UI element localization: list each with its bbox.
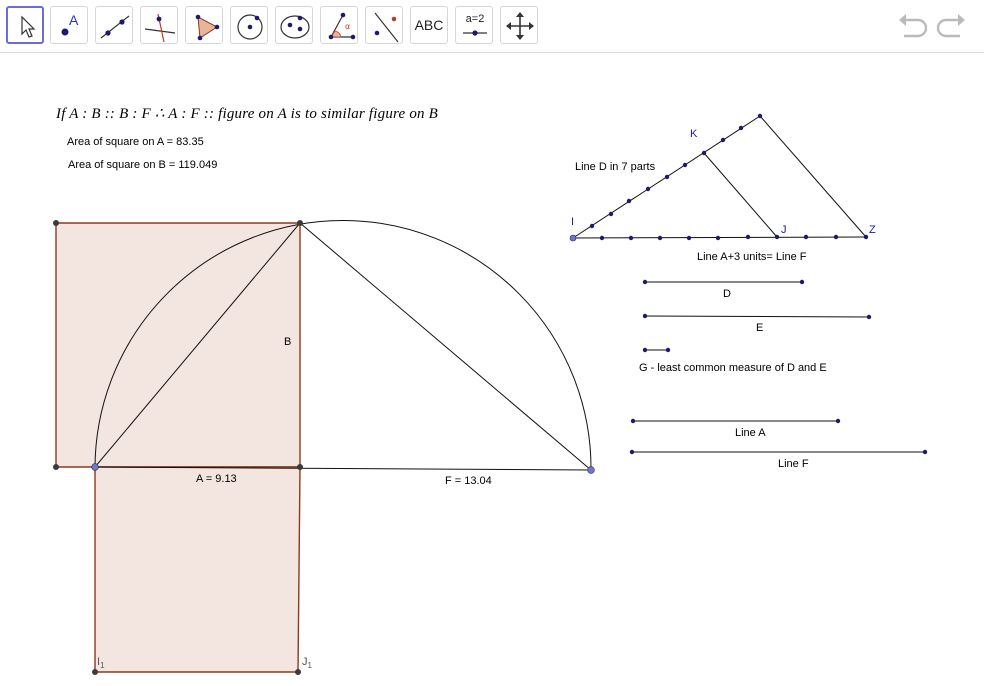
point-j1[interactable] [295,669,301,675]
point-z[interactable] [863,234,869,240]
square-on-a [94,466,301,673]
area-square-b-text[interactable]: Area of square on B = 119.049 [68,159,217,171]
point[interactable] [833,234,839,240]
label-j: J [781,224,787,236]
area-square-a-text[interactable]: Area of square on A = 83.35 [67,136,204,148]
point[interactable] [53,464,59,470]
label-g-text[interactable]: G - least common measure of D and E [639,362,827,374]
label-line-a: Line A [735,427,766,439]
point[interactable] [922,449,928,455]
label-z: Z [869,224,876,236]
point[interactable] [587,466,595,474]
point[interactable] [628,235,634,241]
point[interactable] [686,235,692,241]
proportion-formula[interactable]: If A : B :: B : F ∴ A : F :: figure on A… [56,104,438,123]
label-e: E [756,322,764,334]
point[interactable] [297,464,303,470]
label-d: D [723,288,731,300]
square-on-b [55,222,301,468]
geometry-canvas[interactable] [0,0,984,686]
point[interactable] [715,235,721,241]
point[interactable] [53,220,59,226]
point[interactable] [682,162,688,168]
label-f-length: F = 13.04 [445,475,492,487]
label-k: K [690,128,698,140]
point[interactable] [642,279,648,285]
segment-e[interactable] [644,315,870,318]
label-j1: J1 [302,656,312,671]
line-d-parts-text[interactable]: Line D in 7 parts [575,161,655,173]
point[interactable] [745,234,751,240]
point[interactable] [642,347,648,353]
point[interactable] [664,174,670,180]
point[interactable] [608,211,614,217]
point[interactable] [803,234,809,240]
point[interactable] [599,235,605,241]
point[interactable] [866,314,872,320]
point[interactable] [626,198,632,204]
point[interactable] [835,418,841,424]
chord-right [299,222,592,471]
point[interactable] [757,113,763,119]
point[interactable] [589,223,595,229]
point-i[interactable] [569,234,577,242]
point[interactable] [645,186,651,192]
line-a3-text[interactable]: Line A+3 units= Line F [697,251,806,263]
point-j[interactable] [774,234,780,240]
point[interactable] [91,463,99,471]
point-k[interactable] [701,150,707,156]
point[interactable] [657,235,663,241]
parallel-line-z [759,115,867,238]
point[interactable] [665,347,671,353]
label-a-length: A = 9.13 [196,473,237,485]
label-b: B [284,336,292,348]
point[interactable] [297,220,303,226]
point[interactable] [629,449,635,455]
label-i1: I1 [97,656,105,671]
point[interactable] [630,418,636,424]
point[interactable] [720,137,726,143]
parallel-line-j [703,152,778,238]
label-line-f: Line F [778,458,809,470]
point[interactable] [738,125,744,131]
point[interactable] [642,313,648,319]
label-i: I [571,216,575,228]
point[interactable] [799,279,805,285]
